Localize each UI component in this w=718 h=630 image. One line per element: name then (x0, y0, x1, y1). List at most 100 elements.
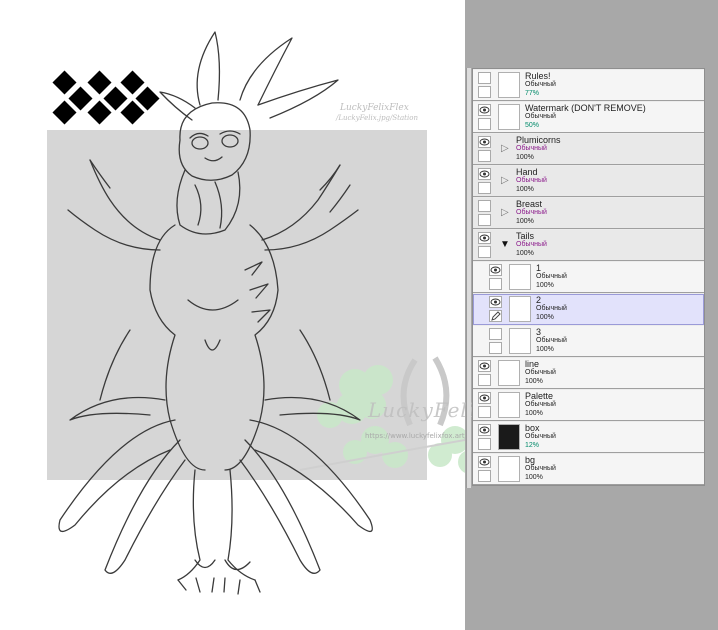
eye-icon (479, 362, 490, 370)
layer-name: bg (525, 455, 536, 465)
lock-toggle[interactable] (478, 214, 491, 226)
palette-diamonds (52, 70, 160, 125)
lock-toggle[interactable] (489, 310, 502, 322)
visibility-toggle[interactable] (489, 328, 502, 340)
visibility-toggle[interactable] (478, 456, 491, 468)
layer-mode: Обычный (525, 81, 556, 88)
layer-rules[interactable]: Rules! Обычный 77% (473, 70, 704, 101)
layer-opacity: 100% (536, 282, 554, 289)
lock-toggle[interactable] (489, 278, 502, 290)
lineart-drawing (52, 31, 465, 595)
layer-opacity: 100% (525, 474, 543, 481)
layer-thumbnail (498, 456, 520, 482)
eye-icon (490, 298, 501, 306)
layer-name: line (525, 359, 540, 369)
layer-palette[interactable]: Palette Обычный 100% (473, 390, 704, 421)
eye-icon (479, 106, 490, 114)
layer-name: box (525, 423, 540, 433)
pencil-icon (491, 311, 501, 321)
canvas-paper[interactable]: LuckyFelixFlex /LuckyFelix.jpg/Station L… (0, 0, 534, 630)
lock-toggle[interactable] (478, 406, 491, 418)
layer-thumbnail (509, 328, 531, 354)
visibility-toggle[interactable] (478, 424, 491, 436)
layer-mode: Обычный (525, 401, 556, 408)
layer-watermark[interactable]: Watermark (DON'T REMOVE) Обычный 50% (473, 102, 704, 133)
layer-box[interactable]: box Обычный 12% (473, 422, 704, 453)
layer-opacity: 12% (525, 442, 540, 449)
lock-toggle[interactable] (489, 342, 502, 354)
layer-line[interactable]: line Обычный 100% (473, 358, 704, 389)
layer-thumbnail (509, 296, 531, 322)
layer-opacity: 50% (525, 122, 540, 129)
layer-opacity: 100% (525, 378, 543, 385)
visibility-toggle[interactable] (489, 296, 502, 308)
visibility-toggle[interactable] (478, 232, 491, 244)
layer-name: Rules! (525, 71, 551, 81)
layer-name: Breast (516, 199, 543, 209)
layer-thumbnail (498, 392, 520, 418)
layer-opacity: 100% (516, 154, 534, 161)
layer-name: Plumicorns (516, 135, 561, 145)
layer-folder-hand[interactable]: ▷ Hand Обычный 100% (473, 166, 704, 197)
visibility-toggle[interactable] (478, 392, 491, 404)
lock-toggle[interactable] (478, 470, 491, 482)
layer-mode: Обычный (525, 369, 556, 376)
layer-name: Tails (516, 231, 535, 241)
layer-thumbnail (498, 360, 520, 386)
folder-expand-icon[interactable]: ▷ (501, 207, 509, 218)
layer-mode: Обычный (525, 465, 556, 472)
layer-thumbnail (498, 104, 520, 130)
lock-toggle[interactable] (478, 246, 491, 258)
layer-mode: Обычный (536, 305, 567, 312)
lock-toggle[interactable] (478, 374, 491, 386)
eye-icon (479, 234, 490, 242)
layer-mode: Обычный (536, 273, 567, 280)
layer-thumbnail (498, 72, 520, 98)
visibility-toggle[interactable] (478, 360, 491, 372)
visibility-toggle[interactable] (478, 72, 491, 84)
visibility-toggle[interactable] (489, 264, 502, 276)
layer-name: 2 (536, 295, 542, 305)
layer-name: Watermark (DON'T REMOVE) (525, 103, 646, 113)
lock-toggle[interactable] (478, 438, 491, 450)
lock-toggle[interactable] (478, 150, 491, 162)
layer-folder-tails[interactable]: ▼ Tails Обычный 100% (473, 230, 704, 261)
panel-splitter[interactable] (466, 68, 471, 488)
visibility-toggle[interactable] (478, 136, 491, 148)
lock-toggle[interactable] (478, 86, 491, 98)
visibility-toggle[interactable] (478, 200, 491, 212)
layer-mode: Обычный (516, 177, 547, 184)
layer-thumbnail (509, 264, 531, 290)
visibility-toggle[interactable] (478, 168, 491, 180)
eye-icon (479, 426, 490, 434)
folder-expand-icon[interactable]: ▷ (501, 175, 509, 186)
eye-icon (479, 170, 490, 178)
layer-folder-plumicorns[interactable]: ▷ Plumicorns Обычный 100% (473, 134, 704, 165)
visibility-toggle[interactable] (478, 104, 491, 116)
layer-mode: Обычный (525, 433, 556, 440)
layer-2-selected[interactable]: 2 Обычный 100% (473, 294, 704, 325)
eye-icon (479, 138, 490, 146)
layer-3[interactable]: 3 Обычный 100% (473, 326, 704, 357)
layer-opacity: 77% (525, 90, 540, 97)
layer-bg[interactable]: bg Обычный 100% (473, 454, 704, 485)
watermark-url: https://www.luckyfelixfox.art/ (365, 432, 467, 440)
layer-name: Hand (516, 167, 538, 177)
canvas-area[interactable]: LuckyFelixFlex /LuckyFelix.jpg/Station L… (0, 0, 534, 630)
layer-name: 3 (536, 327, 542, 337)
layer-1[interactable]: 1 Обычный 100% (473, 262, 704, 293)
layer-mode: Обычный (516, 209, 547, 216)
lock-toggle[interactable] (478, 118, 491, 130)
layer-mode: Обычный (536, 337, 567, 344)
watermark-text-small-1: LuckyFelixFlex (340, 103, 409, 113)
folder-expand-icon[interactable]: ▷ (501, 143, 509, 154)
layer-opacity: 100% (525, 410, 543, 417)
lock-toggle[interactable] (478, 182, 491, 194)
layer-thumbnail (498, 424, 520, 450)
eye-icon (479, 394, 490, 402)
eye-icon (490, 266, 501, 274)
layer-opacity: 100% (536, 346, 554, 353)
eye-icon (479, 458, 490, 466)
layer-folder-breast[interactable]: ▷ Breast Обычный 100% (473, 198, 704, 229)
folder-collapse-icon[interactable]: ▼ (500, 239, 510, 250)
